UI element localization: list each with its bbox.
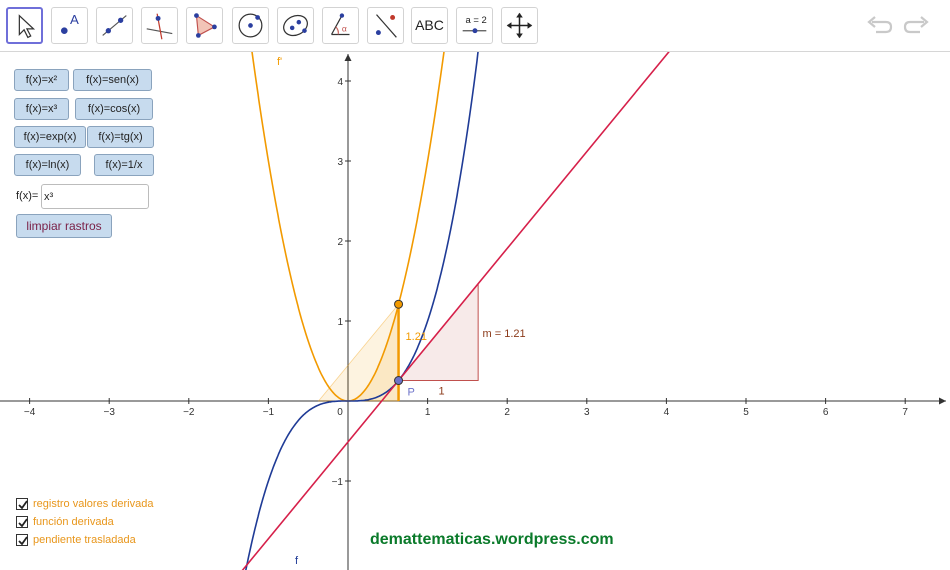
y-tick-label: 2 (337, 237, 343, 248)
slope-label: m = 1.21 (483, 328, 526, 340)
x-tick-label: 2 (504, 407, 510, 418)
function-button[interactable]: f(x)=exp(x) (14, 126, 86, 148)
svg-text:A: A (70, 12, 79, 27)
function-button[interactable]: f(x)=sen(x) (73, 69, 152, 91)
undo-button[interactable] (866, 14, 894, 38)
x-tick-label: 3 (584, 407, 590, 418)
text-icon: ABC (415, 17, 444, 33)
x-tick-label: 6 (823, 407, 829, 418)
reflect-tool-button[interactable] (367, 7, 404, 44)
ellipse-icon (283, 14, 308, 37)
x-tick-label: −1 (263, 407, 275, 418)
text-tool-button[interactable]: ABC (411, 7, 448, 44)
angle-tool-button[interactable]: α (322, 7, 359, 44)
point-icon: A (60, 12, 79, 35)
watermark-text: demattematicas.wordpress.com (370, 531, 614, 548)
function-curve (245, 52, 479, 570)
y-axis-arrow (344, 54, 352, 61)
move-tool-button[interactable] (6, 7, 43, 44)
function-input[interactable] (41, 184, 149, 209)
function-button[interactable]: f(x)=ln(x) (14, 154, 81, 176)
checkbox-box[interactable] (16, 534, 28, 546)
clear-traces-button[interactable]: limpiar rastros (16, 214, 112, 238)
checkbox-box[interactable] (16, 498, 28, 510)
point-p-label: P (408, 387, 415, 399)
function-button[interactable]: f(x)=1/x (94, 154, 154, 176)
function-button[interactable]: f(x)=tg(x) (87, 126, 154, 148)
move-graphics-view-icon (506, 12, 533, 39)
line-through-points-icon (102, 15, 127, 36)
conic-tool-button[interactable] (277, 7, 314, 44)
x-tick-label: −3 (103, 407, 115, 418)
arrow-cursor-icon (18, 14, 36, 39)
move-view-tool-button[interactable] (501, 7, 538, 44)
x-tick-label: −2 (183, 407, 195, 418)
svg-text:a = 2: a = 2 (466, 15, 487, 26)
function-input-label: f(x)= (16, 190, 39, 202)
y-tick-label: −1 (332, 477, 344, 488)
y-tick-label: 1 (337, 317, 343, 328)
slider-icon: a = 2 (462, 15, 487, 34)
x-tick-label: 7 (902, 407, 908, 418)
checkbox-label: función derivada (33, 516, 114, 528)
y-tick-label: 4 (337, 77, 343, 88)
x-tick-label: 0 (337, 407, 343, 418)
run-label: 1 (439, 386, 445, 398)
derivative-label: f' (277, 56, 282, 68)
x-tick-label: 4 (664, 407, 670, 418)
function-label: f (295, 555, 299, 567)
undo-icon (867, 16, 893, 34)
y-tick-label: 3 (337, 157, 343, 168)
check-icon (18, 518, 28, 528)
rise-label: 1.21 (406, 331, 427, 343)
x-tick-label: −4 (24, 407, 36, 418)
line-tool-button[interactable] (96, 7, 133, 44)
reflect-about-line-icon (375, 14, 397, 38)
check-icon (18, 536, 28, 546)
redo-icon (903, 16, 929, 34)
function-button[interactable]: f(x)=x² (14, 69, 69, 91)
checkbox-box[interactable] (16, 516, 28, 528)
svg-text:α: α (342, 24, 347, 34)
x-tick-label: 5 (743, 407, 749, 418)
angle-icon: α (330, 13, 350, 36)
point-tool-button[interactable]: A (51, 7, 88, 44)
toolbar: Aα ABC a = 2 (0, 0, 950, 52)
point-p (394, 376, 404, 386)
check-icon (18, 500, 28, 510)
function-button[interactable]: f(x)=x³ (14, 98, 69, 120)
circle-tool-button[interactable] (232, 7, 269, 44)
polygon-tool-button[interactable] (186, 7, 223, 44)
x-tick-label: 1 (425, 407, 431, 418)
perpendicular-line-icon (146, 13, 173, 40)
polygon-icon (194, 13, 217, 38)
function-button[interactable]: f(x)=cos(x) (75, 98, 153, 120)
slider-tool-button[interactable]: a = 2 (456, 7, 493, 44)
circle-center-point-icon (238, 13, 263, 38)
x-axis-arrow (939, 397, 946, 405)
checkbox-label: pendiente trasladada (33, 534, 136, 546)
derivative-point (394, 299, 404, 309)
perpendicular-tool-button[interactable] (141, 7, 178, 44)
checkbox-label: registro valores derivada (33, 498, 154, 510)
redo-button[interactable] (902, 14, 930, 38)
